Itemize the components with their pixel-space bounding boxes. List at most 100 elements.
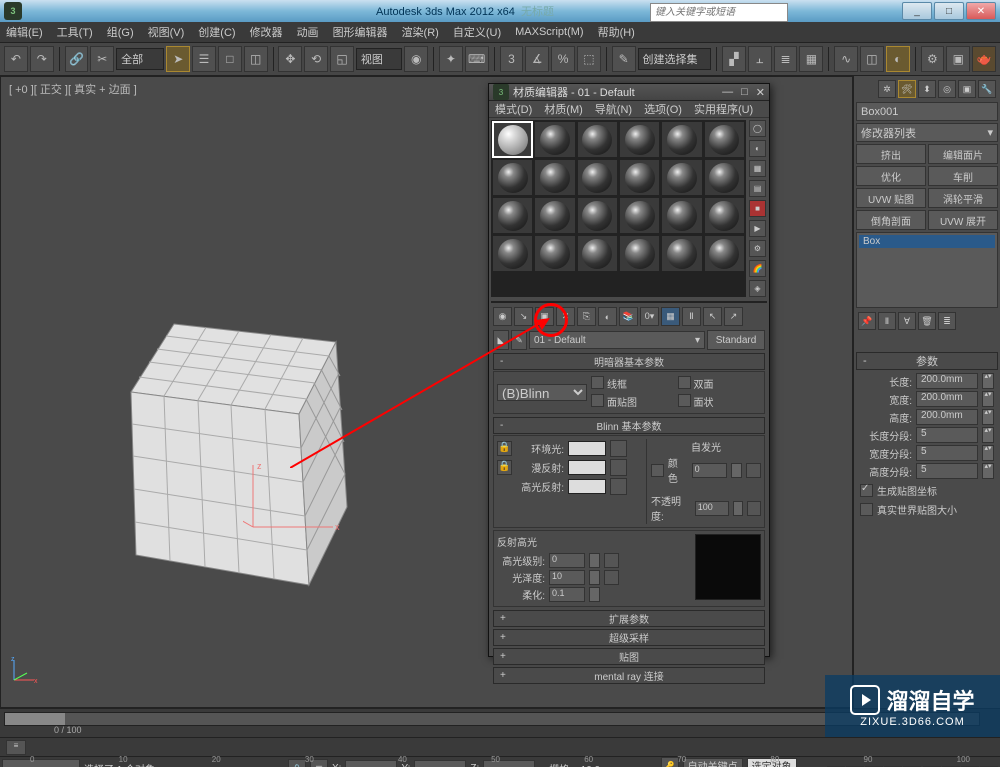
param-value[interactable]: 5 bbox=[916, 427, 978, 443]
material-slot[interactable] bbox=[661, 235, 702, 272]
select-region-icon[interactable]: □ bbox=[218, 46, 242, 72]
select-tool-icon[interactable]: ➤ bbox=[166, 46, 190, 72]
rotate-tool-icon[interactable]: ⟲ bbox=[304, 46, 328, 72]
specular-map-icon[interactable] bbox=[610, 478, 627, 495]
rollout-mentalray[interactable]: mental ray 连接 bbox=[493, 667, 765, 684]
medit-close-icon[interactable]: ✕ bbox=[756, 86, 765, 99]
scale-tool-icon[interactable]: ◱ bbox=[330, 46, 354, 72]
param-spinner[interactable]: ▴▾ bbox=[982, 445, 994, 461]
mat-id-icon[interactable]: 0▾ bbox=[640, 307, 659, 326]
modifier-btn-uvwmap[interactable]: UVW 贴图 bbox=[856, 188, 926, 208]
ambient-swatch[interactable] bbox=[568, 441, 606, 456]
reset-map-icon[interactable]: ✕ bbox=[556, 307, 575, 326]
material-slot[interactable] bbox=[492, 235, 533, 272]
curve-editor-icon[interactable]: ∿ bbox=[834, 46, 858, 72]
rollout-extended[interactable]: 扩展参数 bbox=[493, 610, 765, 627]
make-unique-icon[interactable]: ◐ bbox=[598, 307, 617, 326]
selfillum-checkbox[interactable] bbox=[651, 464, 664, 477]
material-slot[interactable] bbox=[704, 197, 745, 234]
undo-icon[interactable]: ↶ bbox=[4, 46, 28, 72]
spinner-snap-icon[interactable]: ⬚ bbox=[577, 46, 601, 72]
material-slot[interactable] bbox=[577, 121, 618, 158]
move-tool-icon[interactable]: ✥ bbox=[278, 46, 302, 72]
ref-coord-system[interactable]: 视图 bbox=[356, 48, 402, 70]
menu-modifiers[interactable]: 修改器 bbox=[250, 24, 283, 40]
opacity-map-icon[interactable] bbox=[747, 501, 761, 516]
faceted-checkbox[interactable] bbox=[678, 394, 691, 407]
go-forward-icon[interactable]: ↗ bbox=[724, 307, 743, 326]
material-slot[interactable] bbox=[661, 121, 702, 158]
percent-snap-icon[interactable]: % bbox=[551, 46, 575, 72]
show-end-result-icon[interactable]: Ⅱ bbox=[878, 312, 896, 330]
remove-modifier-icon[interactable]: 🗑 bbox=[918, 312, 936, 330]
medit-minimize-icon[interactable]: — bbox=[722, 86, 733, 99]
medit-maximize-icon[interactable]: □ bbox=[741, 86, 748, 99]
keyboard-icon[interactable]: ⌨ bbox=[465, 46, 489, 72]
put-library-icon[interactable]: 📚 bbox=[619, 307, 638, 326]
tab-hierarchy-icon[interactable]: ⬍ bbox=[918, 80, 936, 98]
slot-scrollbar[interactable] bbox=[491, 301, 767, 303]
select-name-icon[interactable]: ☰ bbox=[192, 46, 216, 72]
material-slot[interactable] bbox=[492, 197, 533, 234]
speclevel-map-icon[interactable] bbox=[604, 553, 619, 568]
menu-maxscript[interactable]: MAXScript(M) bbox=[515, 26, 583, 38]
rollout-maps[interactable]: 贴图 bbox=[493, 648, 765, 665]
material-slot[interactable] bbox=[577, 235, 618, 272]
menu-views[interactable]: 视图(V) bbox=[148, 24, 185, 40]
modifier-btn-uvwunwrap[interactable]: UVW 展开 bbox=[928, 210, 998, 230]
twosided-checkbox[interactable] bbox=[678, 376, 691, 389]
backlight-icon[interactable]: ◐ bbox=[749, 140, 766, 157]
background-icon[interactable]: ▦ bbox=[749, 160, 766, 177]
sample-uv-icon[interactable]: ▤ bbox=[749, 180, 766, 197]
rollout-supersampling[interactable]: 超级采样 bbox=[493, 629, 765, 646]
modifier-btn-extrude[interactable]: 挤出 bbox=[856, 144, 926, 164]
menu-render[interactable]: 渲染(R) bbox=[402, 24, 439, 40]
align-icon[interactable]: ⫠ bbox=[748, 46, 772, 72]
options-icon[interactable]: ⚙ bbox=[749, 240, 766, 257]
param-value[interactable]: 200.0mm bbox=[916, 391, 978, 407]
make-unique-icon[interactable]: ∀ bbox=[898, 312, 916, 330]
gen-mapping-checkbox[interactable] bbox=[860, 484, 873, 497]
modifier-stack[interactable]: Box bbox=[856, 232, 998, 308]
dropper-icon[interactable]: ✎ bbox=[511, 330, 527, 350]
menu-edit[interactable]: 编辑(E) bbox=[6, 24, 43, 40]
medit-menu-mode[interactable]: 模式(D) bbox=[495, 101, 532, 117]
specular-swatch[interactable] bbox=[568, 479, 606, 494]
angle-snap-icon[interactable]: ∡ bbox=[525, 46, 549, 72]
modifier-btn-bevelprofile[interactable]: 倒角剖面 bbox=[856, 210, 926, 230]
link-icon[interactable]: 🔗 bbox=[65, 46, 89, 72]
minimize-button[interactable]: _ bbox=[902, 2, 932, 20]
medit-menu-util[interactable]: 实用程序(U) bbox=[694, 101, 753, 117]
configure-sets-icon[interactable]: ≣ bbox=[938, 312, 956, 330]
shader-type-dropdown[interactable]: (B)Blinn bbox=[497, 384, 587, 401]
stack-item-box[interactable]: Box bbox=[859, 235, 995, 248]
speclevel-value[interactable]: 0 bbox=[549, 553, 585, 568]
selfillum-map-icon[interactable] bbox=[746, 463, 761, 478]
material-slot[interactable] bbox=[534, 235, 575, 272]
selection-filter[interactable]: 全部 bbox=[116, 48, 164, 70]
graphite-icon[interactable]: ▦ bbox=[799, 46, 823, 72]
tab-motion-icon[interactable]: ◎ bbox=[938, 80, 956, 98]
material-slot[interactable] bbox=[534, 121, 575, 158]
maximize-button[interactable]: □ bbox=[934, 2, 964, 20]
pivot-icon[interactable]: ◉ bbox=[404, 46, 428, 72]
trackbar-toggle-icon[interactable]: ≡ bbox=[6, 740, 26, 755]
put-scene-icon[interactable]: ↘ bbox=[514, 307, 533, 326]
gloss-value[interactable]: 10 bbox=[549, 570, 585, 585]
rollout-shader-basic[interactable]: 明暗器基本参数 bbox=[493, 353, 765, 370]
object-name-input[interactable]: Box001 bbox=[856, 102, 998, 121]
param-value[interactable]: 200.0mm bbox=[916, 409, 978, 425]
menu-tools[interactable]: 工具(T) bbox=[57, 24, 93, 40]
render-frame-icon[interactable]: ▣ bbox=[946, 46, 970, 72]
wire-checkbox[interactable] bbox=[591, 376, 604, 389]
ambient-lock-icon[interactable]: 🔒 bbox=[497, 441, 512, 456]
menu-animation[interactable]: 动画 bbox=[297, 24, 319, 40]
soft-value[interactable]: 0.1 bbox=[549, 587, 585, 602]
material-slot[interactable] bbox=[704, 235, 745, 272]
named-selection[interactable]: 创建选择集 bbox=[638, 48, 712, 70]
modifier-btn-editpatch[interactable]: 编辑面片 bbox=[928, 144, 998, 164]
render-setup-icon[interactable]: ⚙ bbox=[921, 46, 945, 72]
material-type-button[interactable]: Standard bbox=[707, 330, 765, 350]
ambient-map-icon[interactable] bbox=[610, 440, 627, 457]
rollout-blinn-basic[interactable]: Blinn 基本参数 bbox=[493, 417, 765, 434]
